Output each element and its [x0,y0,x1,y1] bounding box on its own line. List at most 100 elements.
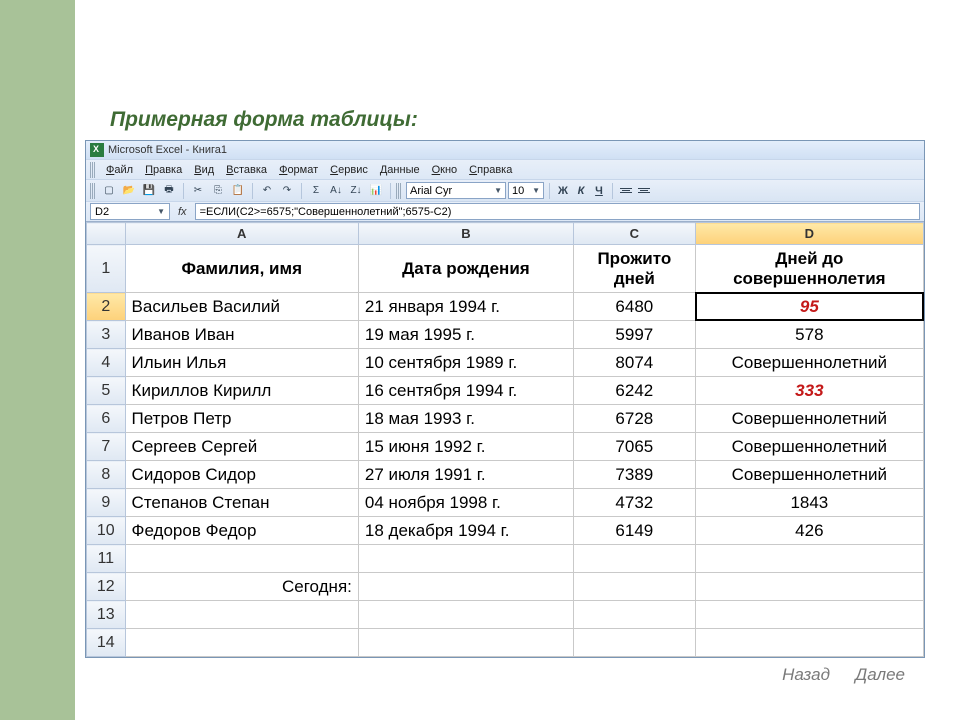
italic-button[interactable]: К [573,182,589,200]
row-header[interactable]: 7 [87,433,126,461]
empty-cell[interactable] [358,601,573,629]
menu-окно[interactable]: Окно [426,163,464,177]
new-icon[interactable]: ▢ [100,182,118,200]
cell-name[interactable]: Ильин Илья [125,349,358,377]
cell-days-until-adult[interactable]: Совершеннолетний [695,433,923,461]
row-header[interactable]: 8 [87,461,126,489]
row-header[interactable]: 14 [87,629,126,657]
fx-icon[interactable]: fx [174,206,191,218]
cell-days-until-adult[interactable]: 333 [695,377,923,405]
sort-asc-icon[interactable]: A↓ [327,182,345,200]
empty-cell[interactable] [695,629,923,657]
header-cell[interactable]: Прожито дней [573,245,695,293]
cell-days-until-adult[interactable]: 426 [695,517,923,545]
cell-days-lived[interactable]: 6149 [573,517,695,545]
cell-name[interactable]: Федоров Федор [125,517,358,545]
empty-cell[interactable] [573,601,695,629]
empty-cell[interactable] [695,573,923,601]
cell-days-until-adult[interactable]: 578 [695,321,923,349]
menu-формат[interactable]: Формат [273,163,324,177]
row-header[interactable]: 9 [87,489,126,517]
align-center-icon[interactable] [636,184,652,198]
save-icon[interactable]: 💾 [140,182,158,200]
toolbar-handle-icon[interactable] [90,183,96,199]
row-header[interactable]: 12 [87,573,126,601]
menu-сервис[interactable]: Сервис [324,163,374,177]
toolbar-handle-icon[interactable] [396,183,402,199]
cell-days-until-adult[interactable]: 1843 [695,489,923,517]
cell-name[interactable]: Иванов Иван [125,321,358,349]
cell-name[interactable]: Степанов Степан [125,489,358,517]
empty-cell[interactable] [358,629,573,657]
toolbar-handle-icon[interactable] [90,162,96,178]
cell-days-lived[interactable]: 7389 [573,461,695,489]
cell-days-until-adult[interactable]: Совершеннолетний [695,349,923,377]
empty-cell[interactable] [358,545,573,573]
bold-button[interactable]: Ж [555,182,571,200]
empty-cell[interactable] [573,545,695,573]
empty-cell[interactable] [125,601,358,629]
header-cell[interactable]: Дата рождения [358,245,573,293]
print-icon[interactable]: 🖶 [160,182,178,200]
menu-правка[interactable]: Правка [139,163,188,177]
empty-cell[interactable] [358,573,573,601]
cell-birthdate[interactable]: 18 декабря 1994 г. [358,517,573,545]
copy-icon[interactable]: ⎘ [209,182,227,200]
header-cell[interactable]: Фамилия, имя [125,245,358,293]
row-header[interactable]: 5 [87,377,126,405]
cell-birthdate[interactable]: 10 сентября 1989 г. [358,349,573,377]
nav-back-link[interactable]: Назад [782,665,830,685]
font-name-selector[interactable]: Arial Cyr ▼ [406,182,506,199]
column-header-C[interactable]: C [573,223,695,245]
cell-days-lived[interactable]: 6242 [573,377,695,405]
undo-icon[interactable]: ↶ [258,182,276,200]
header-cell[interactable]: Дней до совершеннолетия [695,245,923,293]
cell-today-label[interactable]: Сегодня: [125,573,358,601]
column-header-D[interactable]: D [695,223,923,245]
paste-icon[interactable]: 📋 [229,182,247,200]
sort-desc-icon[interactable]: Z↓ [347,182,365,200]
cell-days-lived[interactable]: 7065 [573,433,695,461]
cell-birthdate[interactable]: 19 мая 1995 г. [358,321,573,349]
cell-birthdate[interactable]: 16 сентября 1994 г. [358,377,573,405]
redo-icon[interactable]: ↷ [278,182,296,200]
name-box[interactable]: D2 ▼ [90,203,170,220]
cell-days-until-adult[interactable]: Совершеннолетний [695,405,923,433]
chart-icon[interactable]: 📊 [367,182,385,200]
formula-input[interactable]: =ЕСЛИ(C2>=6575;"Совершеннолетний";6575-C… [195,203,920,220]
cell-days-lived[interactable]: 6728 [573,405,695,433]
empty-cell[interactable] [125,629,358,657]
menu-файл[interactable]: Файл [100,163,139,177]
underline-button[interactable]: Ч [591,182,607,200]
cell-name[interactable]: Сергеев Сергей [125,433,358,461]
cell-name[interactable]: Кириллов Кирилл [125,377,358,405]
align-left-icon[interactable] [618,184,634,198]
cell-birthdate[interactable]: 15 июня 1992 г. [358,433,573,461]
sum-icon[interactable]: Σ [307,182,325,200]
nav-next-link[interactable]: Далее [855,665,905,685]
cut-icon[interactable]: ✂ [189,182,207,200]
cell-birthdate[interactable]: 21 января 1994 г. [358,293,573,321]
empty-cell[interactable] [125,545,358,573]
empty-cell[interactable] [573,629,695,657]
cell-days-lived[interactable]: 8074 [573,349,695,377]
cell-days-until-adult[interactable]: 95 [695,293,923,321]
row-header[interactable]: 11 [87,545,126,573]
row-header[interactable]: 10 [87,517,126,545]
empty-cell[interactable] [695,545,923,573]
cell-days-lived[interactable]: 4732 [573,489,695,517]
column-header-A[interactable]: A [125,223,358,245]
menu-справка[interactable]: Справка [463,163,518,177]
row-header[interactable]: 1 [87,245,126,293]
cell-days-lived[interactable]: 5997 [573,321,695,349]
cell-name[interactable]: Васильев Василий [125,293,358,321]
empty-cell[interactable] [695,601,923,629]
row-header[interactable]: 4 [87,349,126,377]
cell-days-lived[interactable]: 6480 [573,293,695,321]
cell-birthdate[interactable]: 18 мая 1993 г. [358,405,573,433]
row-header[interactable]: 13 [87,601,126,629]
cell-days-until-adult[interactable]: Совершеннолетний [695,461,923,489]
cell-name[interactable]: Сидоров Сидор [125,461,358,489]
select-all-corner[interactable] [87,223,126,245]
font-size-selector[interactable]: 10 ▼ [508,182,544,199]
